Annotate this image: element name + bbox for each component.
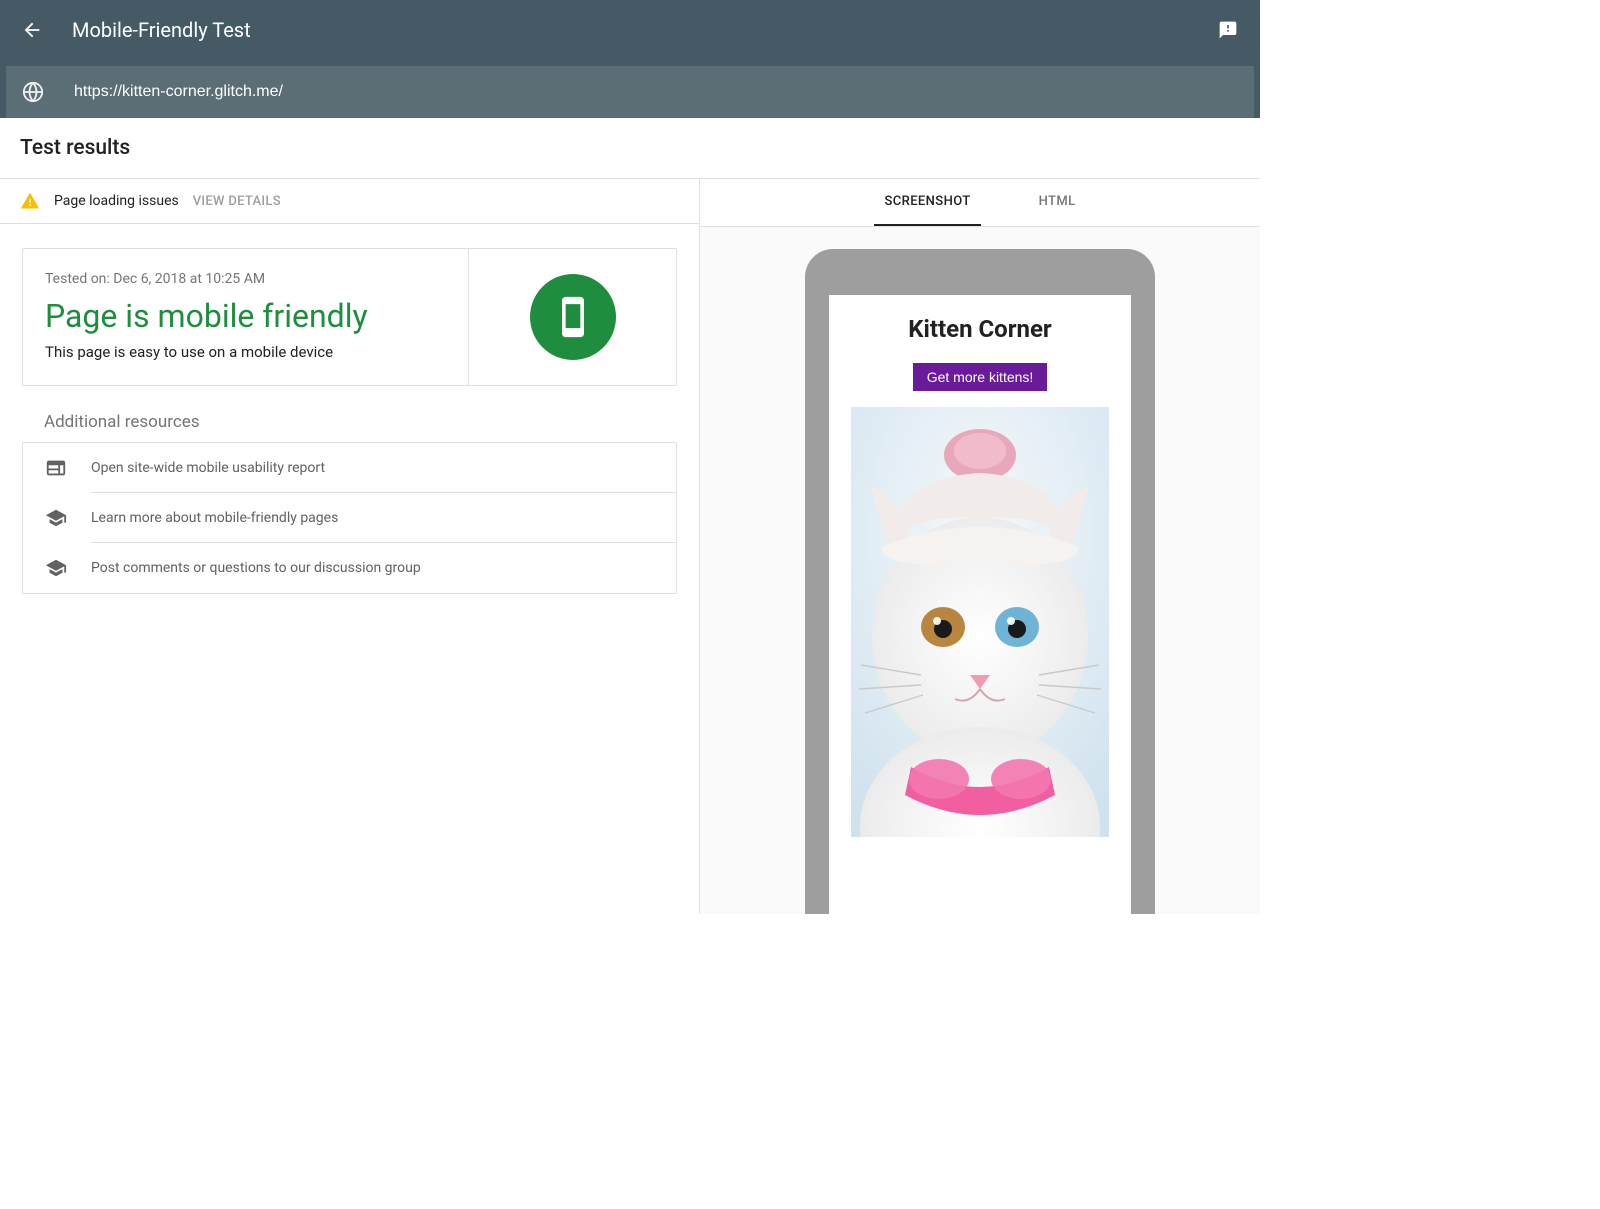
result-card: Tested on: Dec 6, 2018 at 10:25 AM Page … [22, 248, 677, 386]
app-title: Mobile-Friendly Test [72, 18, 251, 42]
resource-label: Learn more about mobile-friendly pages [91, 510, 338, 526]
additional-resources-heading: Additional resources [22, 412, 677, 432]
right-pane: SCREENSHOT HTML Kitten Corner Get more k… [700, 179, 1260, 914]
issues-label: Page loading issues [54, 193, 179, 209]
results-heading: Test results [0, 118, 1260, 179]
phone-screen: Kitten Corner Get more kittens! [829, 295, 1131, 914]
preview-get-kittens-button: Get more kittens! [913, 363, 1048, 391]
feedback-button[interactable] [1216, 18, 1240, 42]
left-pane: Page loading issues VIEW DETAILS Tested … [0, 179, 700, 914]
view-details-link[interactable]: VIEW DETAILS [193, 194, 281, 209]
resources-card: Open site-wide mobile usability report L… [22, 442, 677, 594]
loading-issues-row: Page loading issues VIEW DETAILS [0, 179, 699, 224]
result-subtitle: This page is easy to use on a mobile dev… [45, 343, 446, 361]
result-title: Page is mobile friendly [45, 297, 446, 335]
resource-label: Open site-wide mobile usability report [91, 460, 325, 476]
phone-preview-frame: Kitten Corner Get more kittens! [805, 249, 1155, 914]
school-icon [45, 507, 67, 529]
success-badge [530, 274, 616, 360]
web-icon [45, 457, 67, 479]
app-header: Mobile-Friendly Test [0, 0, 1260, 118]
url-bar [6, 66, 1254, 118]
preview-kitten-image [851, 407, 1109, 837]
resource-label: Post comments or questions to our discus… [91, 560, 421, 576]
preview-site-title: Kitten Corner [841, 315, 1119, 343]
url-input[interactable] [74, 83, 1238, 101]
tested-on-label: Tested on: Dec 6, 2018 at 10:25 AM [45, 271, 446, 287]
resource-learn-more[interactable]: Learn more about mobile-friendly pages [23, 493, 676, 543]
back-button[interactable] [20, 18, 44, 42]
result-card-text: Tested on: Dec 6, 2018 at 10:25 AM Page … [23, 249, 468, 385]
school-icon [45, 557, 67, 579]
header-top-row: Mobile-Friendly Test [0, 0, 1260, 60]
arrow-back-icon [21, 19, 43, 41]
resource-usability-report[interactable]: Open site-wide mobile usability report [23, 443, 676, 493]
result-badge-area [468, 249, 676, 385]
phone-icon [551, 295, 595, 339]
globe-icon [22, 81, 44, 103]
preview-tabs: SCREENSHOT HTML [700, 179, 1260, 227]
content-area: Page loading issues VIEW DETAILS Tested … [0, 179, 1260, 914]
warning-icon [20, 191, 40, 211]
tab-screenshot[interactable]: SCREENSHOT [874, 179, 980, 226]
resource-discussion-group[interactable]: Post comments or questions to our discus… [23, 543, 676, 593]
tab-html[interactable]: HTML [1029, 179, 1086, 226]
feedback-icon [1218, 20, 1238, 40]
